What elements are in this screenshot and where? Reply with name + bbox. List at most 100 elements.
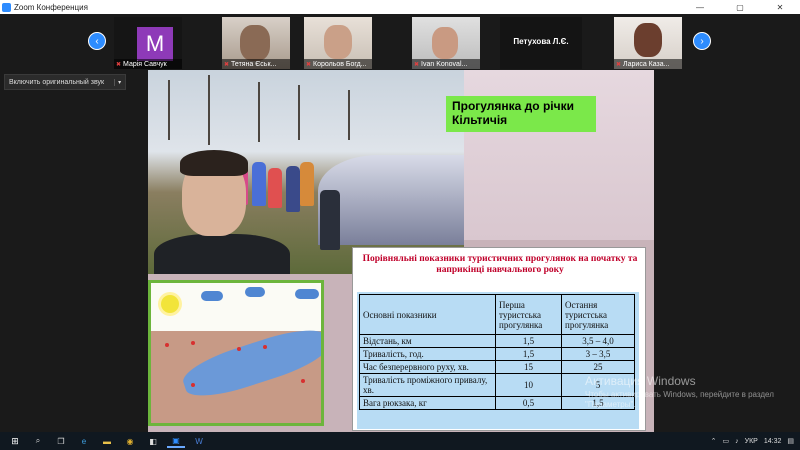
edge-icon[interactable]: e — [75, 434, 93, 448]
window-title: Zoom Конференция — [14, 2, 88, 12]
flower-shape — [191, 341, 195, 345]
participant-strip: ‹ M ✖ Марія Савчук ✖ Тетяна Єськ... ✖ Корол… — [0, 14, 800, 70]
slide-photo — [148, 70, 464, 274]
child-drawing — [148, 280, 324, 426]
participant-name: ✖ Корольов Богд... — [304, 59, 372, 69]
table-cell: 3 – 3,5 — [561, 347, 635, 361]
participant-video — [324, 25, 352, 59]
table-cell: 1,5 — [495, 347, 562, 361]
sun-shape — [161, 295, 179, 313]
participant-name-text: Корольов Богд... — [313, 60, 367, 68]
shared-screen: Прогулянка до річки Кільтичія Порівняльн… — [148, 70, 654, 446]
table-cell: Тривалість проміжного привалу, хв. — [359, 373, 496, 397]
table-cell: 1,5 — [495, 334, 562, 348]
table-header-cell: Перша туристська прогулянка — [495, 294, 562, 335]
presenter-figure — [152, 150, 292, 274]
volume-icon[interactable]: ♪ — [735, 438, 739, 445]
notifications-icon[interactable]: ▤ — [787, 437, 794, 445]
table-row: Час безперервного руху, хв. 15 25 — [359, 360, 635, 374]
cloud-shape — [245, 287, 265, 297]
table-cell: 3,5 – 4,0 — [561, 334, 635, 348]
table-cell: 15 — [495, 360, 562, 374]
tree-shape — [258, 82, 260, 142]
participant-name-text: Марія Савчук — [123, 60, 167, 68]
table-cell: Тривалість, год. — [359, 347, 496, 361]
child-figure — [300, 162, 314, 206]
mic-muted-icon: ✖ — [116, 61, 122, 68]
search-icon[interactable]: ⌕ — [29, 434, 47, 448]
original-sound-button[interactable]: Включить оригинальный звук ▾ — [4, 74, 127, 90]
participant-tile[interactable]: ✖ Ivan Konoval... — [412, 17, 480, 69]
table-row: Відстань, км 1,5 3,5 – 4,0 — [359, 334, 635, 348]
slide-title: Прогулянка до річки Кільтичія — [446, 96, 596, 132]
chrome-icon[interactable]: ◉ — [121, 434, 139, 448]
participant-name: ✖ Тетяна Єськ... — [222, 59, 290, 69]
participant-tile[interactable]: ✖ Корольов Богд... — [304, 17, 372, 69]
mic-muted-icon: ✖ — [414, 61, 420, 68]
table-cell: Час безперервного руху, хв. — [359, 360, 496, 374]
windows-start-icon[interactable]: ⊞ — [6, 434, 24, 448]
table-title: Порівняльні показники туристичних прогул… — [362, 254, 638, 275]
avatar: M — [137, 27, 173, 61]
windows-taskbar: ⊞ ⌕ ❐ e ▬ ◉ ◧ ▣ W ⌃ ▭ ♪ УКР 14:32 ▤ — [0, 432, 800, 450]
zoom-taskbar-icon[interactable]: ▣ — [167, 434, 185, 448]
participant-tile[interactable]: Петухова Л.Є. — [500, 17, 582, 69]
participant-tile[interactable]: M ✖ Марія Савчук — [114, 17, 182, 69]
store-icon[interactable]: ◧ — [144, 434, 162, 448]
chevron-down-icon[interactable]: ▾ — [114, 78, 121, 86]
tree-shape — [208, 75, 210, 145]
mic-muted-icon: ✖ — [224, 61, 230, 68]
avatar-letter: M — [145, 31, 165, 56]
participant-name-text: Лариса Каза... — [623, 60, 670, 68]
tray-up-icon[interactable]: ⌃ — [711, 437, 717, 445]
input-language[interactable]: УКР — [745, 438, 758, 445]
tree-shape — [348, 90, 350, 140]
task-view-icon[interactable]: ❐ — [52, 434, 70, 448]
participant-video — [432, 27, 458, 59]
participant-name: ✖ Ivan Konoval... — [412, 59, 480, 69]
tree-shape — [298, 85, 300, 140]
maximize-button[interactable]: ▢ — [720, 3, 760, 12]
chevron-right-icon: › — [700, 35, 704, 47]
participant-tile[interactable]: ✖ Тетяна Єськ... — [222, 17, 290, 69]
word-icon[interactable]: W — [190, 434, 208, 448]
flower-shape — [191, 383, 195, 387]
participant-tile[interactable]: ✖ Лариса Каза... — [614, 17, 682, 69]
participant-video — [240, 25, 270, 61]
table-cell: Відстань, км — [359, 334, 496, 348]
activation-watermark-title: Активация Windows — [585, 374, 696, 388]
table-row: Тривалість, год. 1,5 3 – 3,5 — [359, 347, 635, 361]
mic-muted-icon: ✖ — [306, 61, 312, 68]
participant-name: ✖ Лариса Каза... — [614, 59, 682, 69]
presenter-hair — [180, 150, 248, 176]
flower-shape — [263, 345, 267, 349]
mic-muted-icon: ✖ — [616, 61, 622, 68]
close-button[interactable]: ✕ — [760, 3, 800, 12]
child-figure — [320, 190, 340, 250]
table-cell: Вага рюкзака, кг — [359, 396, 496, 410]
prev-page-button[interactable]: ‹ — [88, 32, 106, 50]
network-icon[interactable]: ▭ — [723, 437, 730, 445]
participant-name-text: Тетяна Єськ... — [231, 60, 277, 68]
table-cell: 0,5 — [495, 396, 562, 410]
zoom-logo-icon — [2, 2, 11, 12]
table-header-cell: Остання туристська прогулянка — [561, 294, 635, 335]
clock[interactable]: 14:32 — [764, 438, 782, 445]
next-page-button[interactable]: › — [693, 32, 711, 50]
participant-name-center: Петухова Л.Є. — [513, 37, 569, 46]
participant-name-text: Ivan Konoval... — [421, 60, 468, 68]
table-cell: 10 — [495, 373, 562, 397]
window-controls: — ▢ ✕ — [680, 3, 800, 12]
table-cell: 25 — [561, 360, 635, 374]
table-header-cell: Основні показники — [359, 294, 496, 335]
file-explorer-icon[interactable]: ▬ — [98, 434, 116, 448]
table-header-row: Основні показники Перша туристська прогу… — [359, 294, 635, 335]
presenter-body — [154, 234, 290, 274]
system-tray: ⌃ ▭ ♪ УКР 14:32 ▤ — [711, 437, 800, 446]
minimize-button[interactable]: — — [680, 3, 720, 12]
participant-name: ✖ Марія Савчук — [114, 59, 182, 69]
flower-shape — [165, 343, 169, 347]
original-sound-label: Включить оригинальный звук — [9, 78, 105, 86]
chevron-left-icon: ‹ — [95, 35, 99, 47]
activation-watermark-text: Чтобы активировать Windows, перейдите в … — [585, 390, 774, 409]
